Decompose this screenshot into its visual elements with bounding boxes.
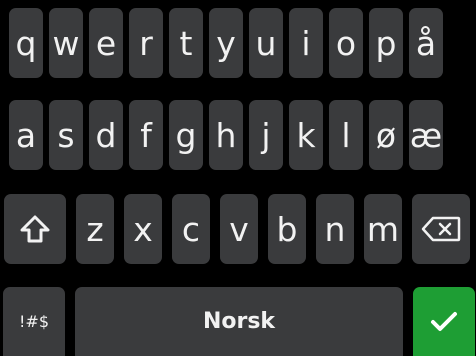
keyboard-row-1: q w e r t y u i o p å xyxy=(9,8,443,78)
keyboard-row-2: a s d f g h j k l ø æ xyxy=(9,100,443,170)
key-s[interactable]: s xyxy=(49,100,83,170)
key-a[interactable]: a xyxy=(9,100,43,170)
key-g[interactable]: g xyxy=(169,100,203,170)
key-h[interactable]: h xyxy=(209,100,243,170)
key-v[interactable]: v xyxy=(220,194,258,264)
key-z[interactable]: z xyxy=(76,194,114,264)
key-w[interactable]: w xyxy=(49,8,83,78)
key-p[interactable]: p xyxy=(369,8,403,78)
key-o[interactable]: o xyxy=(329,8,363,78)
symbols-key[interactable]: !#$ xyxy=(3,287,65,356)
key-k[interactable]: k xyxy=(289,100,323,170)
on-screen-keyboard: q w e r t y u i o p å a s d f g h j k l … xyxy=(0,0,476,356)
key-b[interactable]: b xyxy=(268,194,306,264)
key-e[interactable]: e xyxy=(89,8,123,78)
shift-key[interactable] xyxy=(4,194,66,264)
key-n[interactable]: n xyxy=(316,194,354,264)
key-m[interactable]: m xyxy=(364,194,402,264)
backspace-icon xyxy=(421,216,461,242)
key-t[interactable]: t xyxy=(169,8,203,78)
key-u[interactable]: u xyxy=(249,8,283,78)
space-bar-language[interactable]: Norsk xyxy=(75,287,403,356)
key-i[interactable]: i xyxy=(289,8,323,78)
key-x[interactable]: x xyxy=(124,194,162,264)
shift-arrow-icon xyxy=(20,215,50,243)
key-o-slash[interactable]: ø xyxy=(369,100,403,170)
keyboard-row-3: z x c v b n m xyxy=(4,194,470,264)
key-ae[interactable]: æ xyxy=(409,100,443,170)
backspace-key[interactable] xyxy=(412,194,470,264)
key-y[interactable]: y xyxy=(209,8,243,78)
key-d[interactable]: d xyxy=(89,100,123,170)
key-q[interactable]: q xyxy=(9,8,43,78)
enter-confirm-key[interactable] xyxy=(413,287,475,356)
keyboard-row-4: !#$ Norsk xyxy=(3,287,475,356)
key-f[interactable]: f xyxy=(129,100,163,170)
key-a-ring[interactable]: å xyxy=(409,8,443,78)
key-l[interactable]: l xyxy=(329,100,363,170)
key-j[interactable]: j xyxy=(249,100,283,170)
checkmark-icon xyxy=(431,311,457,331)
key-c[interactable]: c xyxy=(172,194,210,264)
key-r[interactable]: r xyxy=(129,8,163,78)
